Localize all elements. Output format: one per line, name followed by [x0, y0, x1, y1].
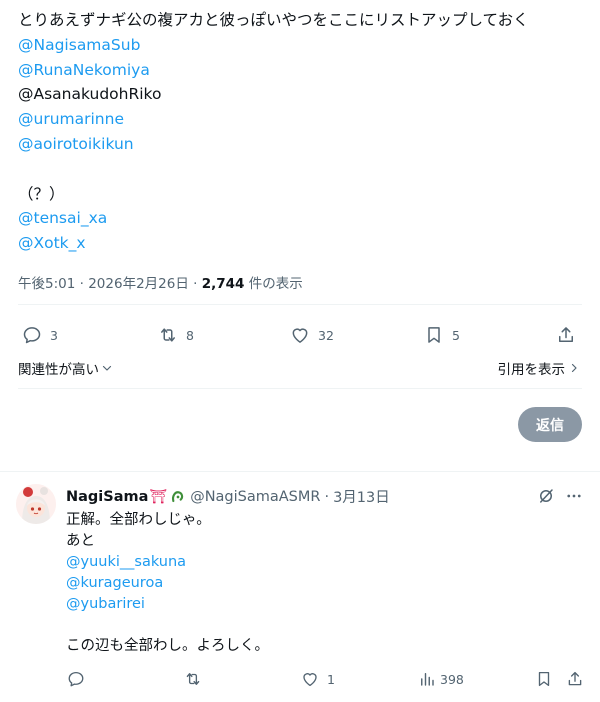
- bookmark-icon: [428, 327, 440, 343]
- mention-link[interactable]: @Xotk_x: [18, 231, 593, 256]
- mention-link[interactable]: @urumarinne: [18, 107, 593, 132]
- reply-reply-action[interactable]: [67, 670, 93, 688]
- views-count: 2,744: [201, 276, 245, 292]
- mention-link[interactable]: @RunaNekomiya: [18, 58, 593, 83]
- reply-action[interactable]: 3: [22, 325, 58, 345]
- tweet-line: @AsanakudohRiko: [18, 85, 162, 104]
- repost-count: 8: [186, 327, 194, 343]
- user-handle[interactable]: @NagiSamaASMR: [190, 489, 320, 505]
- share-icon: [559, 327, 573, 342]
- divider: [18, 388, 582, 389]
- tweet-line: （？）: [18, 184, 65, 203]
- grok-icon: [540, 489, 553, 503]
- reply-text: 正解。全部わしじゃ。 あと @yuuki__sakuna @kurageuroa…: [66, 510, 566, 657]
- repost-icon: [161, 328, 175, 342]
- divider: [18, 304, 582, 305]
- divider: [0, 471, 600, 472]
- mention-link[interactable]: @tensai_xa: [18, 206, 593, 231]
- like-action[interactable]: 32: [290, 325, 334, 345]
- reply-line: この辺も全部わし。よろしく。: [66, 638, 269, 654]
- tweet-time[interactable]: 午後5:01: [18, 276, 75, 292]
- reply-icon: [23, 327, 41, 344]
- mention-link[interactable]: @yuuki__sakuna: [66, 552, 566, 573]
- tweet-line: [18, 157, 593, 182]
- more-button[interactable]: [564, 487, 584, 509]
- like-icon: [303, 673, 317, 687]
- reply-line: 正解。全部わしじゃ。: [66, 512, 211, 528]
- reply-button[interactable]: 返信: [518, 407, 582, 442]
- reply-views-action[interactable]: 398: [418, 670, 464, 688]
- like-count: 32: [318, 327, 334, 343]
- share-action[interactable]: [556, 325, 576, 345]
- grok-button[interactable]: [537, 487, 555, 509]
- repost-icon: [186, 673, 200, 685]
- chevron-right-icon: [571, 363, 577, 373]
- more-icon: [567, 494, 581, 498]
- views-icon: [421, 673, 434, 686]
- mention-link[interactable]: @NagisamaSub: [18, 33, 593, 58]
- bookmark-count: 5: [452, 327, 460, 343]
- reply-like-action[interactable]: 1: [301, 670, 335, 688]
- sort-selector[interactable]: 関連性が高い: [18, 358, 113, 378]
- tweet-date[interactable]: 2026年2月26日: [88, 276, 189, 292]
- quotes-link[interactable]: 引用を表示: [498, 358, 581, 378]
- reply-date[interactable]: 3月13日: [333, 486, 390, 507]
- like-count: 1: [327, 671, 335, 687]
- quotes-label: 引用を表示: [497, 362, 566, 378]
- share-icon: [568, 671, 582, 686]
- reply-repost-action[interactable]: [184, 670, 210, 688]
- display-name[interactable]: NagiSama: [66, 489, 148, 505]
- badge-icon: [172, 490, 184, 502]
- avatar-image: [16, 484, 56, 524]
- meta-separator: ·: [193, 276, 198, 292]
- header-separator: ·: [324, 488, 330, 505]
- mention-link[interactable]: @yubarirei: [66, 594, 566, 615]
- reply-share-action[interactable]: [566, 670, 584, 688]
- torii-icon: ⛩: [149, 488, 168, 505]
- mention-link[interactable]: @aoirotoikikun: [18, 132, 593, 157]
- sort-label: 関連性が高い: [18, 362, 99, 378]
- views-count: 398: [440, 671, 464, 687]
- reply-count: 3: [50, 327, 58, 343]
- tweet-line: とりあえずナギ公の複アカと彼っぽいやつをここにリストアップしておく: [18, 11, 529, 29]
- like-icon: [292, 328, 308, 343]
- bookmark-action[interactable]: 5: [424, 325, 460, 345]
- reply-bookmark-action[interactable]: [535, 670, 553, 688]
- tweet-text: とりあえずナギ公の複アカと彼っぽいやつをここにリストアップしておく @Nagis…: [18, 8, 593, 256]
- reply-line: あと: [66, 533, 95, 549]
- mention-link[interactable]: @kurageuroa: [66, 573, 566, 594]
- chevron-down-icon: [102, 365, 112, 371]
- avatar[interactable]: [16, 484, 56, 524]
- repost-action[interactable]: 8: [158, 325, 194, 345]
- reply-header: NagiSama ⛩ @NagiSamaASMR · 3月13日: [66, 486, 390, 507]
- views-label: 件の表示: [248, 276, 303, 292]
- meta-separator: ·: [79, 276, 84, 292]
- bookmark-icon: [538, 671, 550, 687]
- reply-line: [66, 615, 566, 636]
- reply-icon: [68, 671, 84, 687]
- tweet-meta: 午後5:01 · 2026年2月26日 · 2,744 件の表示: [18, 272, 303, 292]
